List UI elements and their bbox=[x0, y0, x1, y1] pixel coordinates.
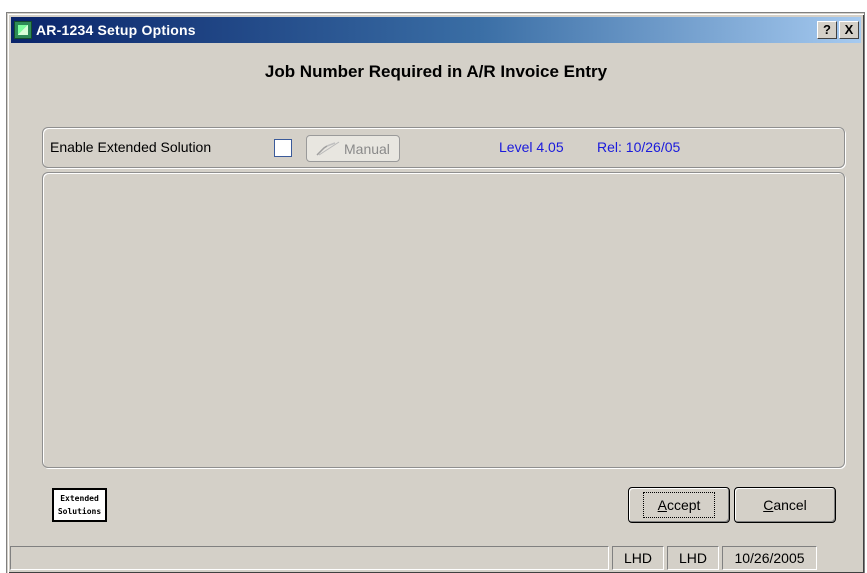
manual-icon bbox=[316, 141, 340, 156]
cancel-button-label: Cancel bbox=[763, 497, 807, 513]
cancel-button[interactable]: Cancel bbox=[734, 487, 836, 523]
status-date: 10/26/2005 bbox=[722, 546, 817, 570]
close-button[interactable]: X bbox=[839, 21, 859, 39]
options-groupbox: Enable Extended Solution Manual Level 4.… bbox=[42, 127, 845, 168]
logo-line-2: Solutions bbox=[57, 507, 102, 516]
cancel-label-rest: ancel bbox=[773, 497, 807, 513]
level-text: Level 4.05 bbox=[499, 139, 564, 155]
enable-extended-solution-label: Enable Extended Solution bbox=[50, 139, 212, 155]
release-text: Rel: 10/26/05 bbox=[597, 139, 681, 155]
help-button[interactable]: ? bbox=[817, 21, 837, 39]
manual-button-label: Manual bbox=[344, 140, 390, 157]
title-bar-buttons: ? X bbox=[817, 21, 859, 39]
logo-line-1: Extended bbox=[60, 494, 99, 503]
status-user-1: LHD bbox=[612, 546, 664, 570]
setup-options-window: AR-1234 Setup Options ? X Job Number Req… bbox=[6, 12, 865, 573]
status-message bbox=[10, 546, 609, 570]
page-title: Job Number Required in A/R Invoice Entry bbox=[264, 62, 608, 81]
manual-button[interactable]: Manual bbox=[306, 135, 400, 162]
content-groupbox bbox=[42, 172, 845, 468]
accept-label-rest: ccept bbox=[666, 497, 701, 513]
accept-hotkey: A bbox=[657, 497, 667, 513]
status-user-2: LHD bbox=[667, 546, 719, 570]
title-bar[interactable]: AR-1234 Setup Options ? X bbox=[11, 17, 861, 43]
status-bar: LHD LHD 10/26/2005 bbox=[10, 545, 862, 571]
window-title: AR-1234 Setup Options bbox=[36, 22, 196, 38]
extended-solutions-logo: Extended Solutions bbox=[52, 488, 107, 522]
app-icon bbox=[14, 21, 32, 39]
accept-button[interactable]: Accept bbox=[628, 487, 730, 523]
enable-extended-solution-checkbox[interactable] bbox=[274, 139, 292, 157]
accept-button-label: Accept bbox=[642, 492, 716, 518]
cancel-hotkey: C bbox=[763, 497, 774, 513]
